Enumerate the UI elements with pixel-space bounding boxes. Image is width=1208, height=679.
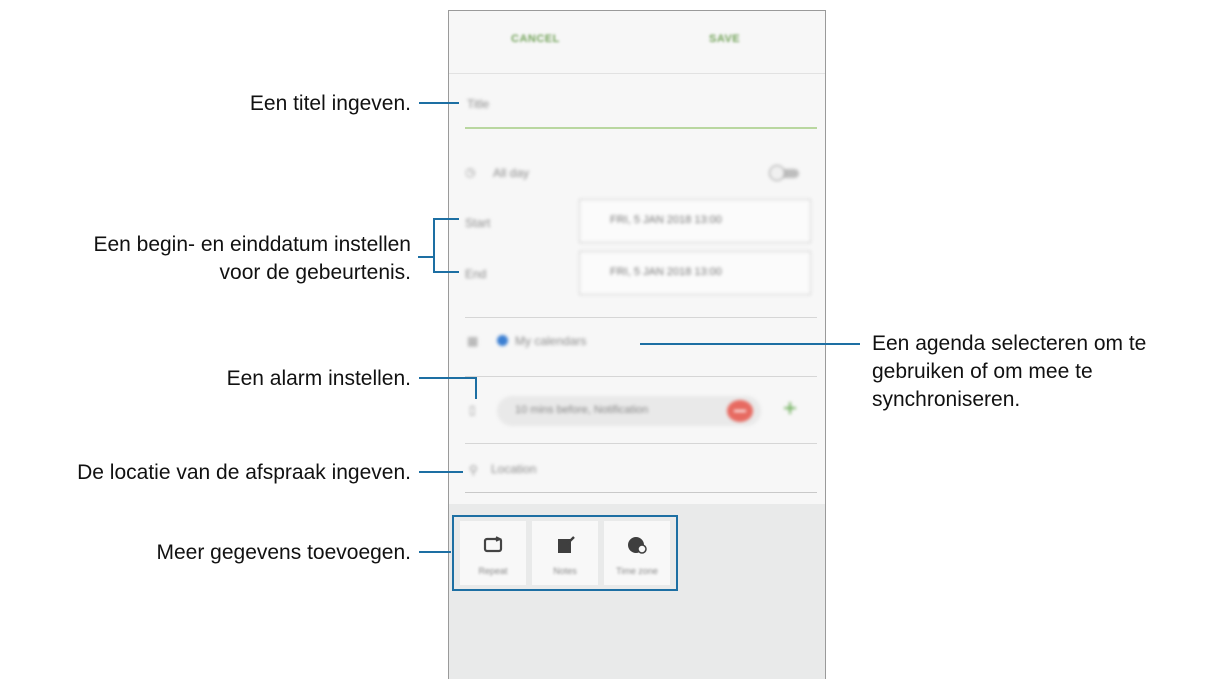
- repeat-button[interactable]: Repeat: [460, 521, 526, 585]
- calendar-color-dot: [497, 335, 508, 346]
- callout-location: De locatie van de afspraak ingeven.: [77, 461, 411, 484]
- divider: [465, 317, 817, 318]
- more-details-group: Repeat Notes Time zone: [452, 515, 678, 591]
- time-zone-button[interactable]: Time zone: [604, 521, 670, 585]
- leader-line-dates: [418, 256, 434, 258]
- bell-icon: ▯: [469, 403, 476, 417]
- location-pin-icon: ⚲: [469, 463, 478, 477]
- remove-alarm-button[interactable]: [727, 400, 753, 422]
- repeat-icon: [483, 536, 503, 553]
- cancel-button[interactable]: CANCEL: [511, 33, 560, 45]
- location-underline: [465, 492, 817, 493]
- switch-knob: [769, 165, 785, 181]
- callout-calendar-line2: gebruiken of om mee te: [872, 360, 1093, 383]
- notes-icon: [558, 536, 575, 553]
- end-label: End: [465, 267, 487, 281]
- callout-alarm: Een alarm instellen.: [226, 367, 411, 390]
- time-zone-label: Time zone: [616, 566, 658, 576]
- add-alarm-button[interactable]: +: [783, 397, 797, 421]
- leader-line-alarm: [419, 377, 477, 379]
- calendar-selector[interactable]: My calendars: [515, 334, 586, 348]
- clock-icon: ◷: [465, 165, 476, 179]
- notes-button[interactable]: Notes: [532, 521, 598, 585]
- leader-line-more: [419, 551, 451, 553]
- title-underline: [465, 127, 817, 129]
- alarm-value: 10 mins before, Notification: [515, 404, 649, 416]
- title-input[interactable]: Title: [467, 97, 489, 111]
- leader-bracket-start: [433, 218, 459, 220]
- leader-line-alarm-down: [475, 377, 477, 399]
- callout-calendar-line1: Een agenda selecteren om te: [872, 332, 1147, 355]
- start-date-field[interactable]: FRI, 5 JAN 2018 13:00: [579, 199, 811, 243]
- leader-line-calendar: [640, 343, 860, 345]
- divider: [465, 376, 817, 377]
- start-date-value: FRI, 5 JAN 2018 13:00: [610, 214, 722, 226]
- time-zone-icon: [628, 537, 647, 554]
- callout-calendar-line3: synchroniseren.: [872, 388, 1021, 411]
- calendar-icon: ▦: [467, 334, 479, 348]
- leader-line-location: [419, 471, 463, 473]
- alarm-selector[interactable]: 10 mins before, Notification: [497, 396, 761, 426]
- callout-title: Een titel ingeven.: [249, 92, 411, 115]
- end-date-value: FRI, 5 JAN 2018 13:00: [610, 266, 722, 278]
- start-label: Start: [465, 216, 491, 230]
- end-date-field[interactable]: FRI, 5 JAN 2018 13:00: [579, 251, 811, 295]
- repeat-label: Repeat: [478, 566, 508, 576]
- callout-calendar: Een agenda selecteren om te gebruiken of…: [872, 330, 1146, 414]
- allday-switch[interactable]: [769, 165, 803, 181]
- callout-dates: Een begin- en einddatum instellen voor d…: [93, 231, 411, 287]
- callout-dates-line2: voor de gebeurtenis.: [219, 261, 411, 284]
- action-bar: CANCEL SAVE: [449, 11, 825, 74]
- callout-dates-line1: Een begin- en einddatum instellen: [93, 233, 411, 256]
- leader-bracket-end: [433, 271, 459, 273]
- save-button[interactable]: SAVE: [709, 33, 740, 45]
- divider: [465, 443, 817, 444]
- notes-label: Notes: [553, 566, 577, 576]
- allday-label: All day: [493, 166, 530, 180]
- leader-bracket-dates: [433, 218, 435, 273]
- callout-more: Meer gegevens toevoegen.: [156, 541, 411, 564]
- leader-line-title: [419, 102, 459, 104]
- location-input[interactable]: Location: [491, 462, 536, 476]
